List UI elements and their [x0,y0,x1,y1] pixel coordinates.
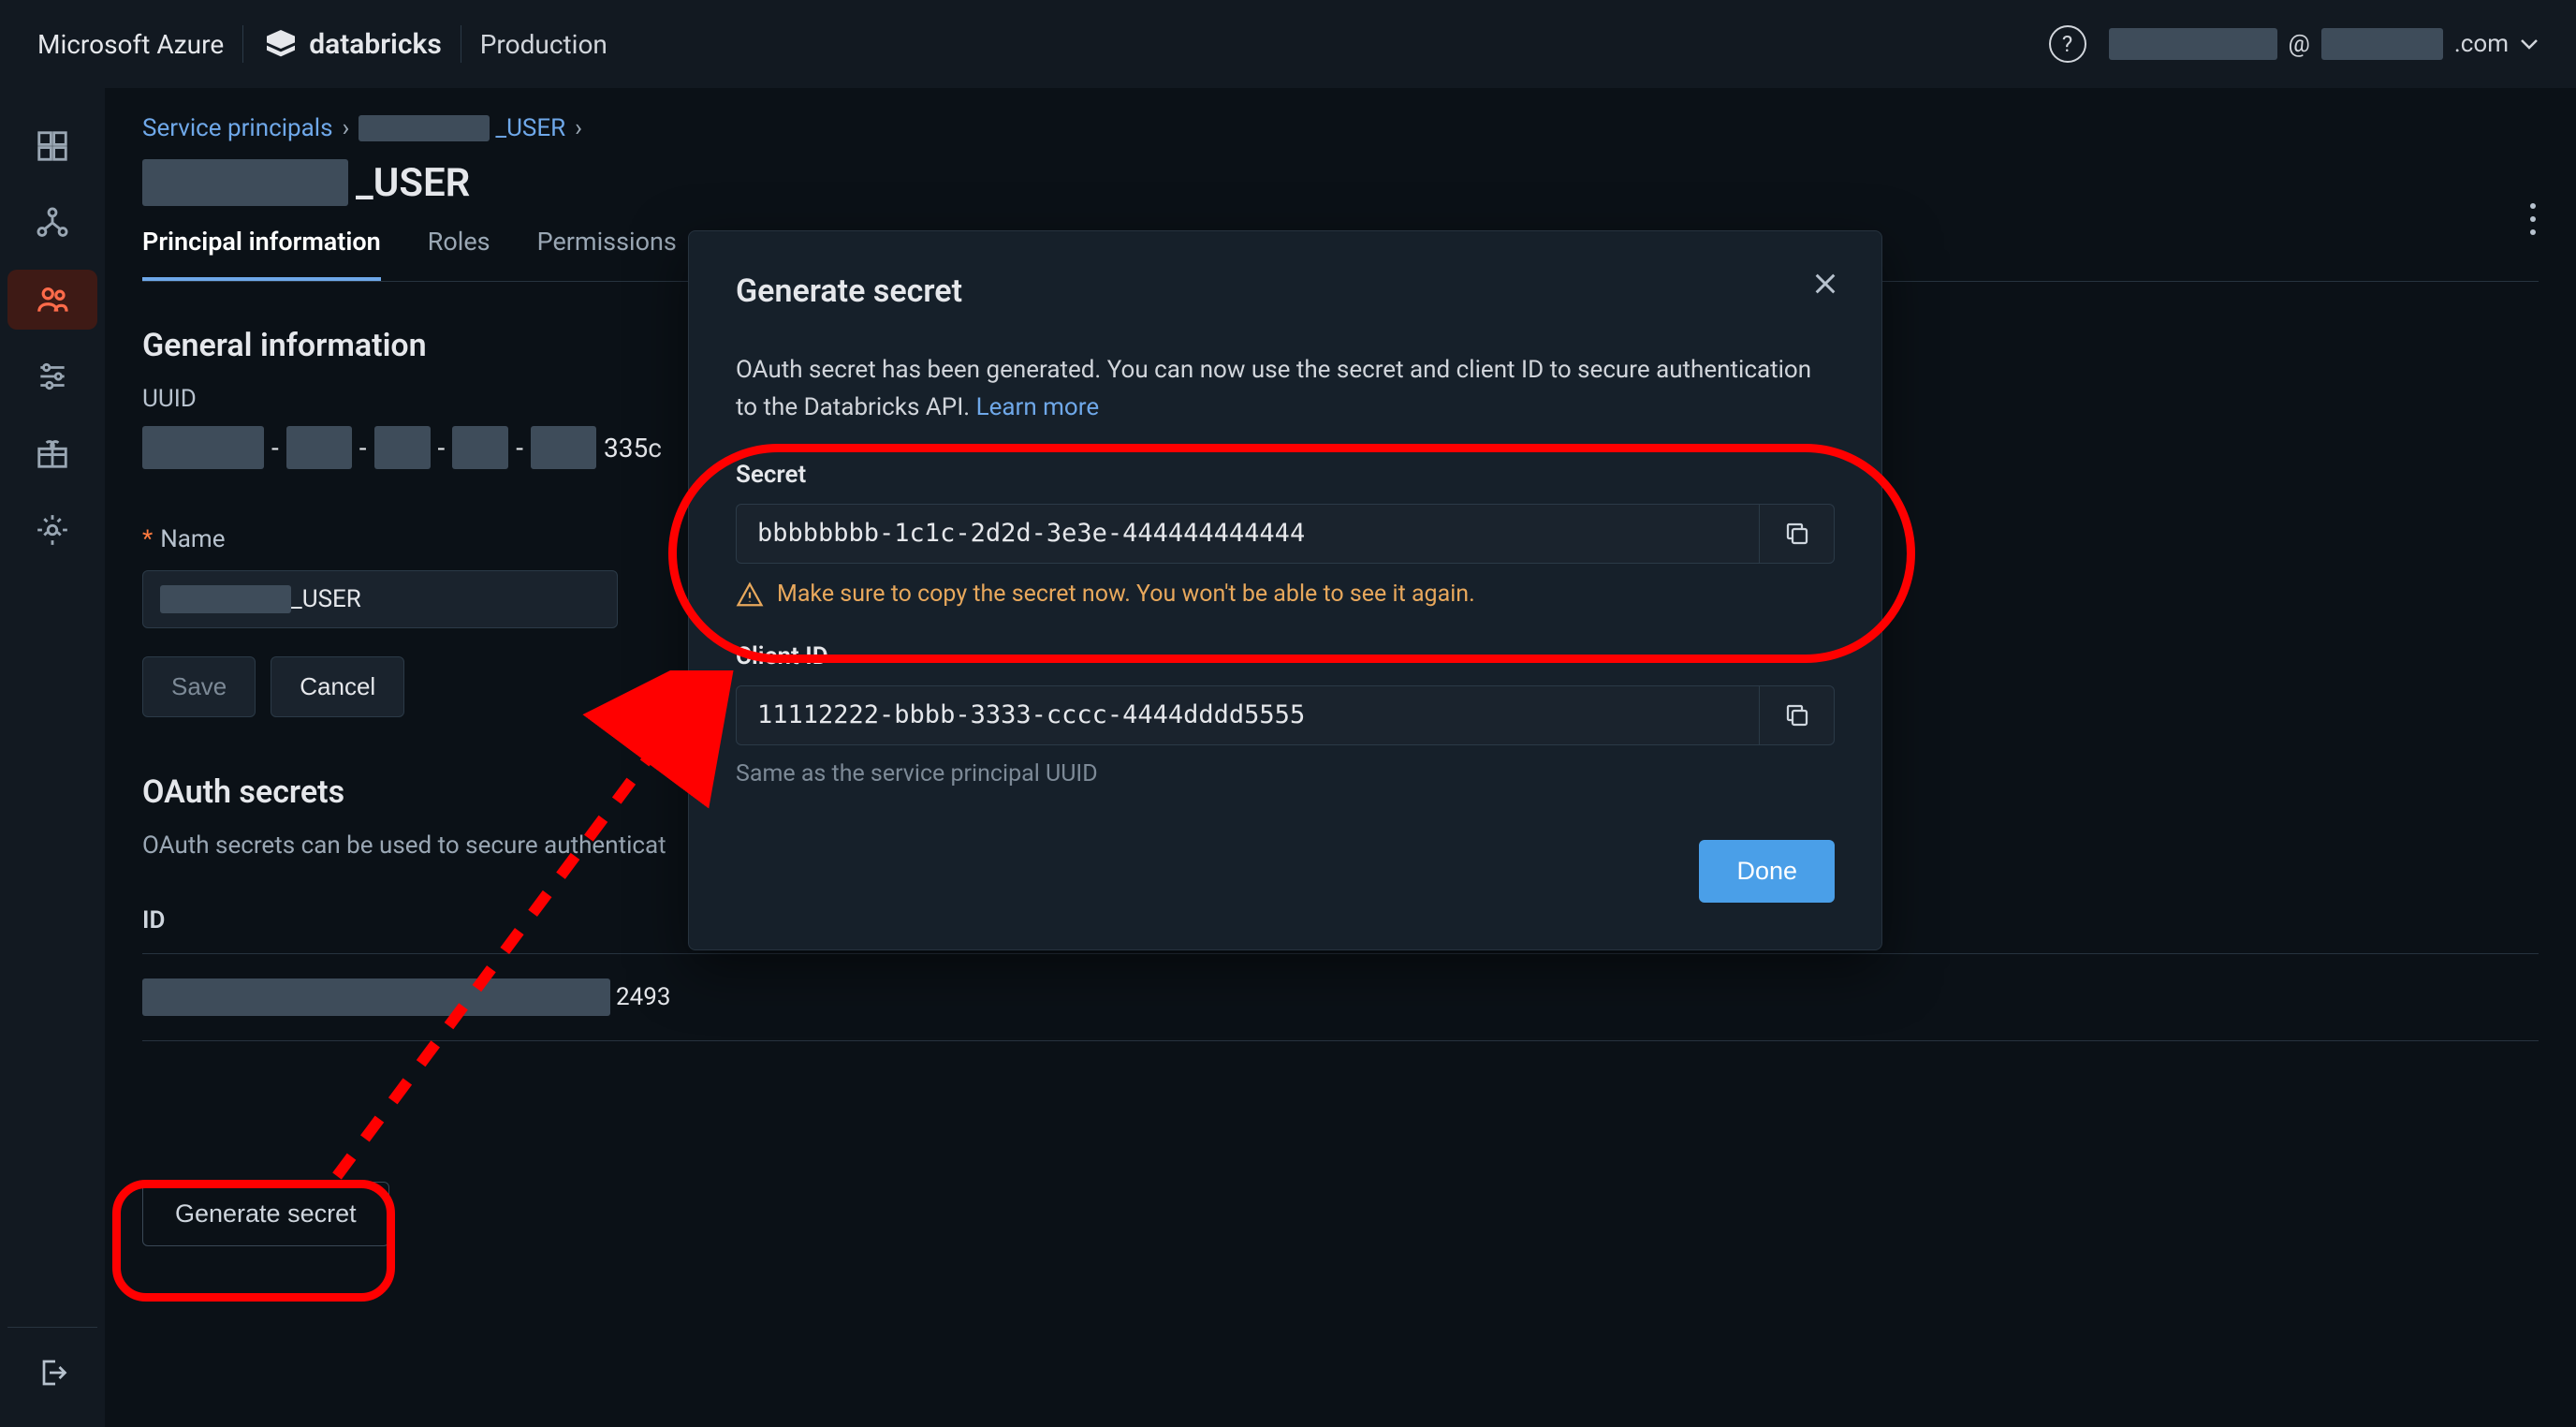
user-domain-suffix: .com [2454,30,2509,58]
redacted-crumb [359,115,490,141]
redacted-user [2109,28,2277,60]
chevron-right-icon: › [343,114,350,142]
brand-databricks: databricks [262,25,442,63]
modal-desc: OAuth secret has been generated. You can… [736,351,1835,427]
save-button[interactable]: Save [142,656,256,717]
breadcrumb-current-suffix: _USER [495,114,565,142]
client-id-field-group: Client ID 11112222-bbbb-3333-cccc-4444dd… [736,642,1835,787]
generate-secret-button[interactable]: Generate secret [142,1182,389,1246]
client-id-note: Same as the service principal UUID [736,760,1835,787]
modal-title: Generate secret [736,272,1835,310]
name-input[interactable]: _USER [142,570,618,628]
secret-value[interactable]: bbbbbbbb-1c1c-2d2d-3e3e-444444444444 [736,504,1760,564]
page-title-suffix: _USER [356,160,470,206]
user-menu[interactable]: @ .com [2109,28,2539,60]
warning-icon [736,581,764,609]
redacted-title [142,159,348,206]
copy-client-id-button[interactable] [1760,685,1835,745]
redacted [142,426,264,469]
row-tail: 2493 [616,983,670,1011]
divider [242,25,243,63]
learn-more-link[interactable]: Learn more [976,393,1100,421]
topbar: Microsoft Azure databricks Production ? … [0,0,2576,88]
user-at: @ [2289,30,2310,58]
redacted [531,426,596,469]
redacted [286,426,352,469]
generate-secret-modal: Generate secret OAuth secret has been ge… [688,230,1882,950]
secret-field-group: Secret bbbbbbbb-1c1c-2d2d-3e3e-444444444… [736,461,1835,609]
warning-text: Make sure to copy the secret now. You wo… [777,581,1475,608]
uuid-tail: 335c [604,433,662,463]
sidebar-item-users[interactable] [7,270,97,330]
redacted-domain [2321,28,2443,60]
sidebar-logout[interactable] [7,1327,97,1390]
chevron-right-icon: › [575,114,582,142]
tab-principal-information[interactable]: Principal information [142,227,381,281]
table-row: 2493 [142,954,2539,1041]
brand-databricks-text: databricks [309,28,442,61]
sidebar-item-workspace[interactable] [7,116,97,176]
brand-azure: Microsoft Azure [37,29,224,60]
sidebar-item-settings[interactable] [7,500,97,560]
sidebar-item-gift[interactable] [7,423,97,483]
redacted [452,426,508,469]
sidebar-item-org[interactable] [7,193,97,253]
cancel-button[interactable]: Cancel [271,656,404,717]
page-title: _USER [142,159,2539,206]
breadcrumb-root[interactable]: Service principals [142,114,333,142]
env-label: Production [480,29,607,60]
tab-permissions[interactable]: Permissions [537,227,677,281]
secret-warning: Make sure to copy the secret now. You wo… [736,581,1835,609]
copy-icon [1783,520,1811,548]
name-suffix: _USER [291,585,361,613]
close-icon[interactable] [1810,269,1840,305]
redacted [142,978,610,1016]
copy-icon [1783,701,1811,729]
done-button[interactable]: Done [1699,840,1835,903]
sidebar-item-sliders[interactable] [7,346,97,406]
help-icon[interactable]: ? [2049,25,2086,63]
client-id-label: Client ID [736,642,1835,670]
overflow-menu-icon[interactable] [2527,200,2539,244]
copy-secret-button[interactable] [1760,504,1835,564]
redacted [374,426,431,469]
tab-roles[interactable]: Roles [428,227,490,281]
client-id-value[interactable]: 11112222-bbbb-3333-cccc-4444dddd5555 [736,685,1760,745]
breadcrumb: Service principals › _USER › [142,114,2539,142]
chevron-down-icon [2520,30,2539,58]
secret-label: Secret [736,461,1835,489]
sidebar [0,88,105,1427]
redacted [160,585,291,613]
databricks-icon [262,25,300,63]
breadcrumb-current[interactable]: _USER [359,114,565,142]
